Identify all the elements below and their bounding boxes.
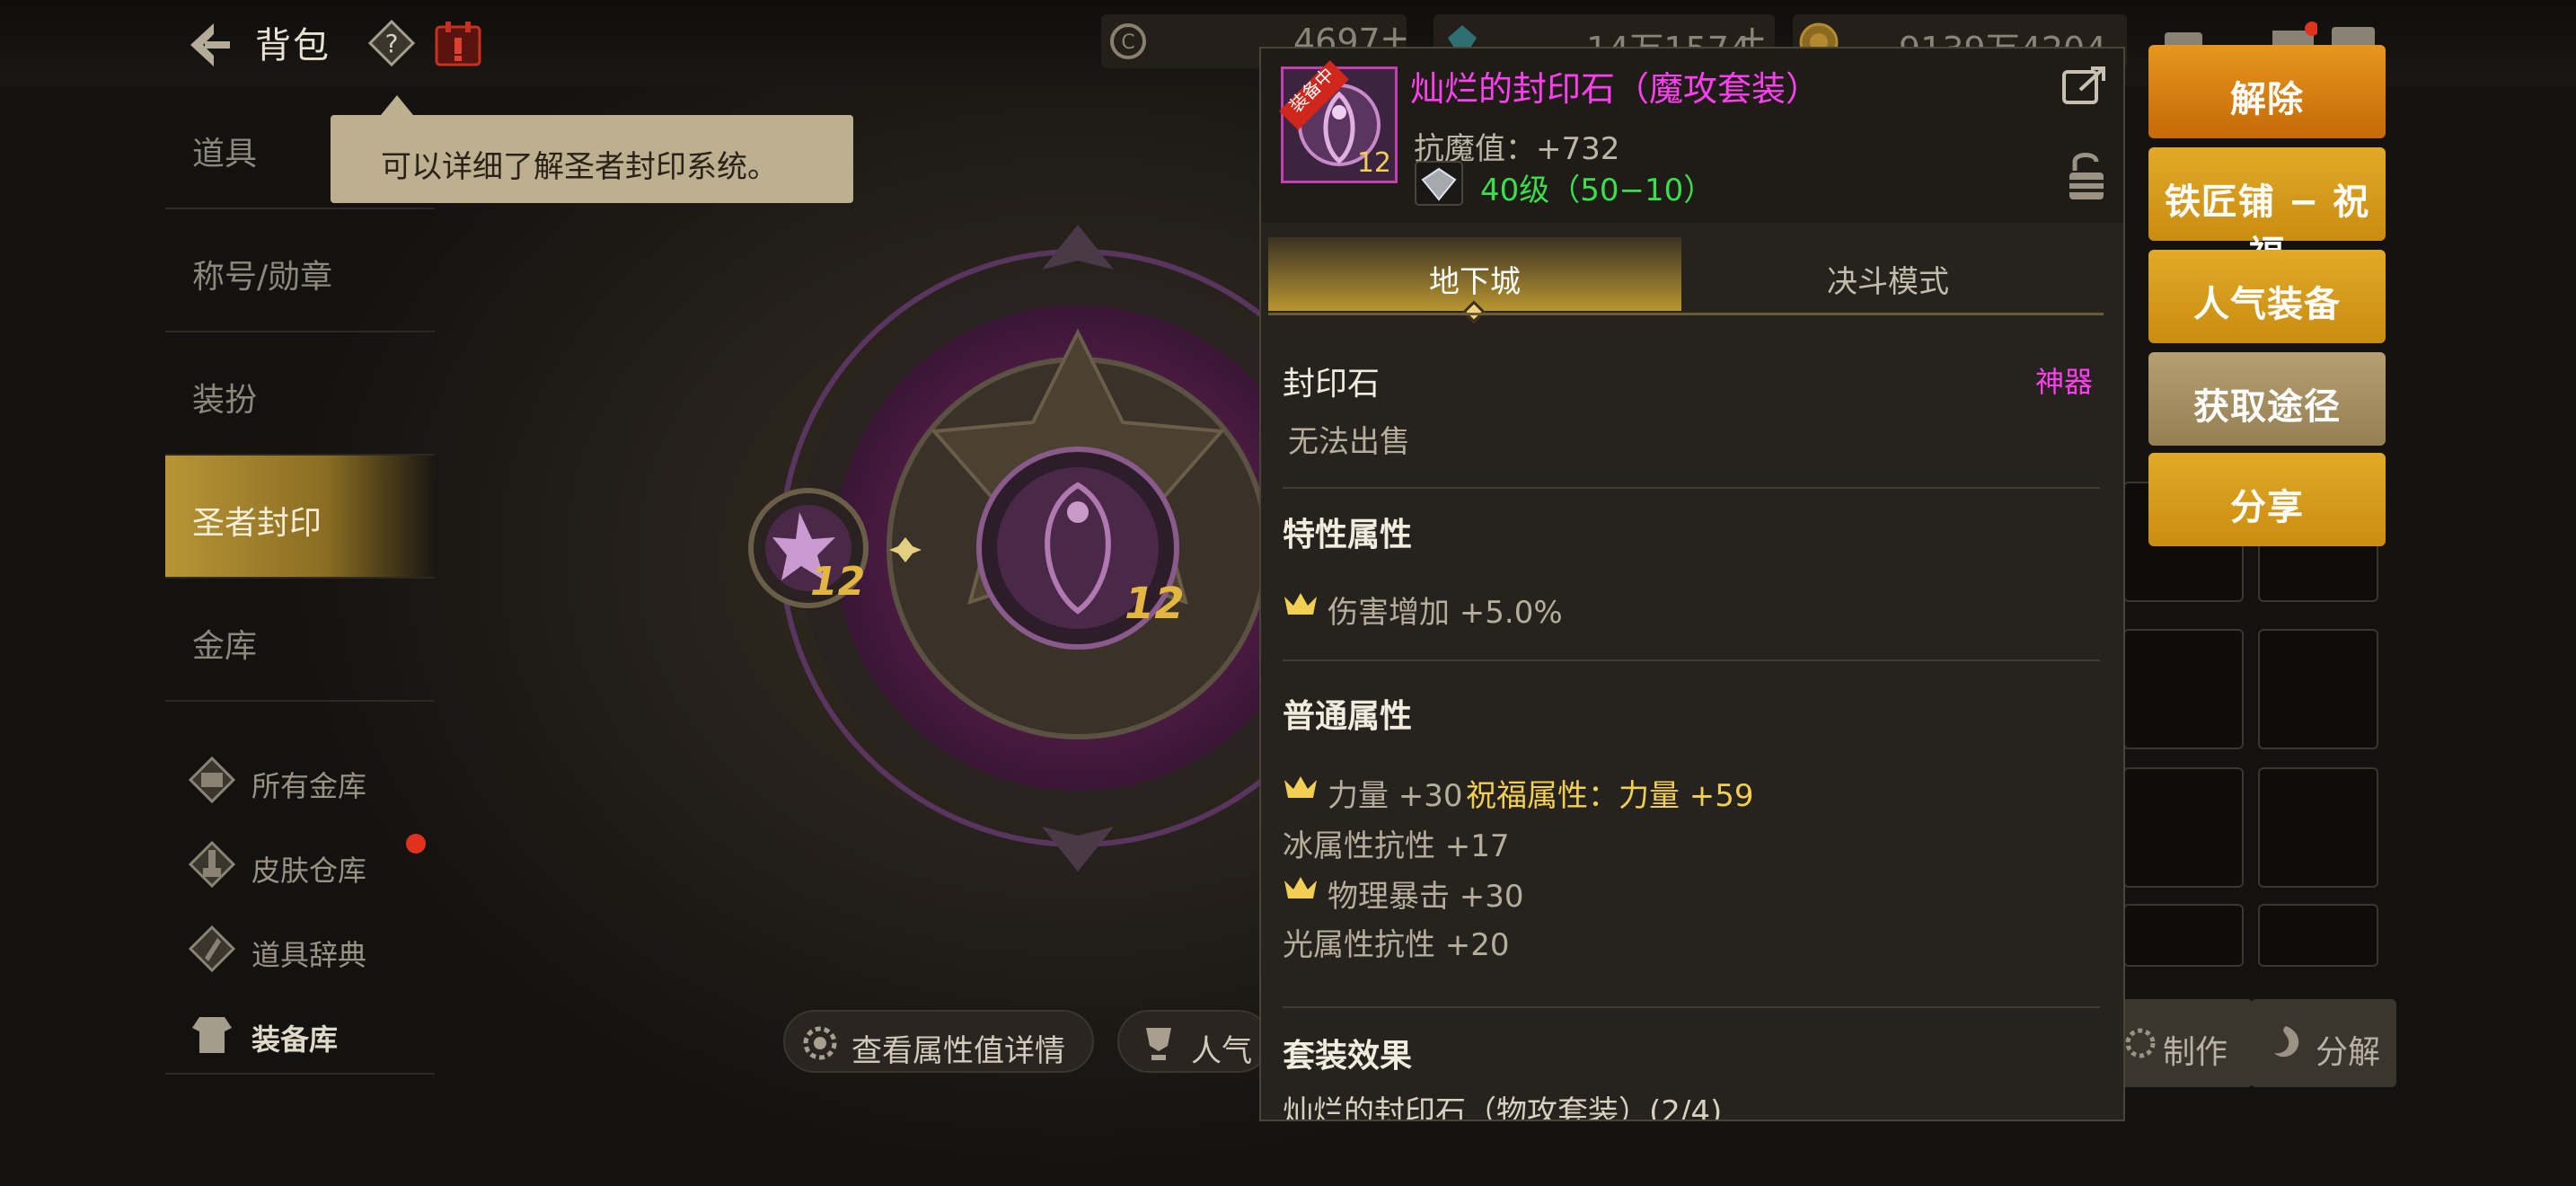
item-category: 封印石 (1283, 366, 1381, 403)
item-level-requirement: 40级（50−10） (1480, 173, 1715, 208)
sidebar-sub-all-vaults[interactable]: 所有金库 (187, 739, 456, 819)
diamond-icon (1415, 161, 1463, 206)
vault-icon (188, 756, 236, 804)
popular-label: 人气 (1191, 1033, 1252, 1069)
help-icon[interactable]: ? (368, 20, 415, 66)
mode-tabs: 地下城 决斗模式 (1268, 237, 2116, 323)
tab-label: 地下城 (1429, 264, 1521, 300)
item-icon[interactable]: 装备中 12 (1279, 60, 1398, 183)
back-arrow-icon[interactable] (178, 16, 235, 74)
sidebar-divider (165, 1073, 435, 1075)
obtain-source-button[interactable]: 获取途径 (2148, 352, 2386, 446)
special-attr-title: 特性属性 (1283, 517, 1413, 553)
crown-icon (1284, 776, 1317, 798)
armor-icon (192, 1017, 232, 1053)
inventory-slot[interactable] (2258, 767, 2378, 888)
tab-dungeon[interactable]: 地下城 (1268, 237, 1681, 323)
action-label: 解除 (2230, 79, 2304, 120)
sidebar-item-label: 圣者封印 (192, 505, 322, 542)
action-label: 分享 (2230, 487, 2304, 528)
decompose-icon (2274, 1026, 2299, 1058)
divider (1283, 487, 2100, 489)
seal-level-center: 12 (1125, 579, 1185, 629)
sidebar-sub-label: 装备库 (251, 1022, 339, 1057)
notification-dot (406, 834, 426, 854)
craft-label: 制作 (2163, 1034, 2228, 1071)
unequip-button[interactable]: 解除 (2148, 45, 2386, 138)
page-title: 背包 (255, 25, 331, 66)
special-attr: 伤害增加 +5.0% (1328, 595, 1563, 631)
trophy-icon (1146, 1028, 1171, 1060)
normal-attr-4: 光属性抗性 +20 (1283, 927, 1510, 963)
seal-level-left: 12 (810, 559, 865, 605)
divider (1283, 659, 2100, 661)
sidebar-item-vault[interactable]: 金库 (165, 579, 435, 702)
normal-attr-1: 力量 +30 (1328, 778, 1463, 814)
set-effect-title: 套装效果 (1283, 1038, 1413, 1075)
popular-button[interactable]: 人气 (1117, 1010, 1270, 1073)
sidebar-sub-label: 所有金库 (251, 769, 367, 803)
tab-underline (1268, 313, 2104, 315)
sidebar-item-label: 称号/勋章 (192, 259, 333, 296)
sidebar-sub-item-dictionary[interactable]: 道具辞典 (187, 907, 456, 988)
sidebar-sub-label: 皮肤仓库 (251, 854, 367, 888)
item-level-badge: 12 (1356, 147, 1391, 179)
view-attribute-details-label: 查看属性值详情 (851, 1033, 1065, 1069)
item-header: 装备中 12 灿烂的封印石（魔攻套装） 抗魔值：+732 40级（50−10） (1261, 49, 2123, 223)
decompose-button[interactable]: 分解 (2251, 999, 2396, 1087)
decompose-label: 分解 (2316, 1034, 2381, 1071)
popular-equipment-button[interactable]: 人气装备 (2148, 250, 2386, 343)
sidebar-item-titles[interactable]: 称号/勋章 (165, 209, 435, 332)
share-button[interactable]: 分享 (2148, 453, 2386, 546)
item-name: 灿烂的封印石（魔攻套装） (1410, 69, 1821, 109)
sidebar-sub-skin-storage[interactable]: 皮肤仓库 (187, 823, 456, 904)
tooltip-text: 可以详细了解圣者封印系统。 (381, 149, 778, 185)
inventory-slot[interactable] (2123, 904, 2244, 967)
book-icon (188, 925, 236, 973)
item-detail-panel: 装备中 12 灿烂的封印石（魔攻套装） 抗魔值：+732 40级（50−10） … (1259, 47, 2125, 1121)
sidebar-item-label: 装扮 (192, 382, 258, 419)
sidebar-sub-equipment-storage[interactable]: 装备库 (187, 992, 456, 1073)
sidebar-item-label: 金库 (192, 628, 258, 665)
coin-c-icon: C (1110, 23, 1146, 59)
inventory-slot[interactable] (2258, 904, 2378, 967)
inventory-slot[interactable] (2123, 767, 2244, 888)
normal-attr-title: 普通属性 (1283, 698, 1413, 735)
inventory-slot[interactable] (2258, 629, 2378, 749)
unlock-icon[interactable] (2066, 149, 2107, 201)
svg-text:?: ? (385, 29, 399, 58)
inventory-slot[interactable] (2123, 629, 2244, 749)
normal-attr-2: 冰属性抗性 +17 (1283, 828, 1510, 864)
craft-icon (2125, 1028, 2156, 1058)
sidebar-sub-label: 道具辞典 (251, 938, 367, 972)
svg-text:C: C (1121, 31, 1134, 54)
view-attribute-details-button[interactable]: 查看属性值详情 (783, 1010, 1094, 1073)
divider (1283, 1006, 2100, 1008)
sell-status: 无法出售 (1288, 424, 1410, 460)
tab-label: 决斗模式 (1827, 264, 1949, 300)
calendar-icon[interactable] (433, 18, 483, 68)
action-label: 人气装备 (2193, 284, 2341, 325)
crown-icon (1284, 593, 1317, 615)
tab-duel-mode[interactable]: 决斗模式 (1681, 237, 2095, 311)
sidebar-item-label: 道具 (192, 136, 258, 173)
blacksmith-bless-button[interactable]: 铁匠铺 − 祝福 (2148, 147, 2386, 275)
sidebar-item-avatar[interactable]: 装扮 (165, 332, 435, 456)
set-effect-clip: 灿烂的封印石（物攻套装）(2/4) (1261, 1082, 2123, 1120)
craft-button[interactable]: 制作 (2107, 999, 2253, 1087)
sidebar-item-holy-seal[interactable]: 圣者封印 (165, 456, 435, 579)
crown-icon (1284, 877, 1317, 898)
gear-icon (803, 1026, 837, 1060)
brush-icon (188, 840, 236, 889)
normal-attr-3: 物理暴击 +30 (1328, 879, 1524, 915)
action-label: 获取途径 (2193, 386, 2341, 428)
item-rarity: 神器 (2035, 365, 2094, 399)
set-effect-line: 灿烂的封印石（物攻套装）(2/4) (1283, 1094, 1723, 1120)
share-icon[interactable] (2060, 63, 2109, 106)
bless-attr: 祝福属性：力量 +59 (1466, 778, 1754, 814)
tab-active-indicator (1462, 300, 1486, 323)
